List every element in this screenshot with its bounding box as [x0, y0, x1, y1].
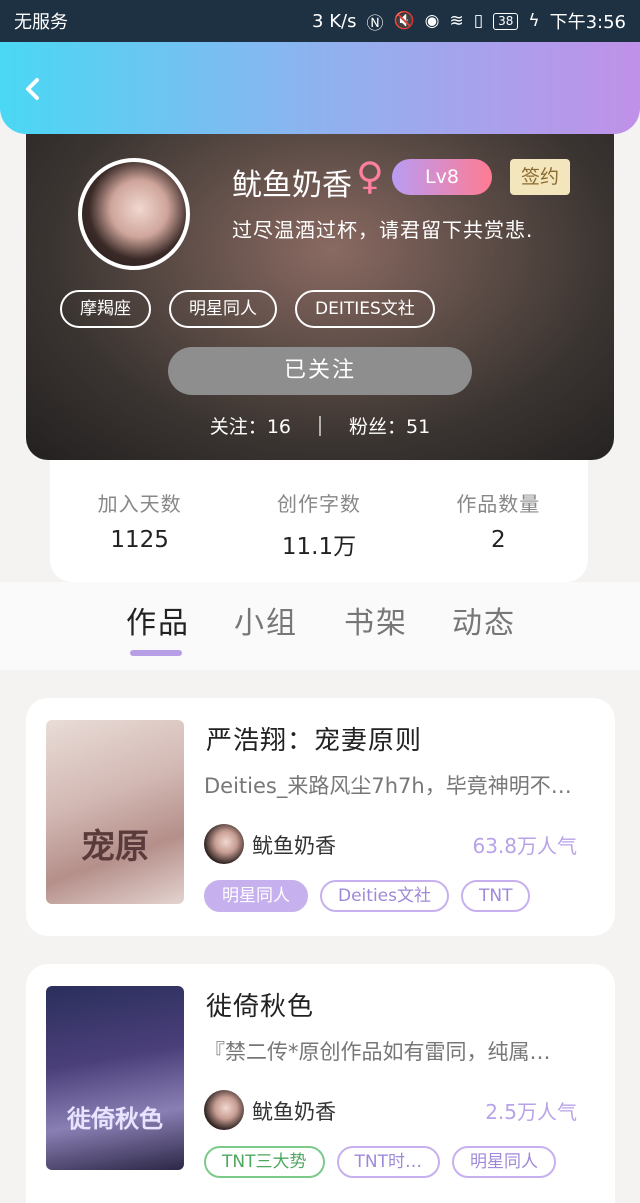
- tab-bar: 作品 小组 书架 动态: [0, 582, 640, 670]
- fans-stat[interactable]: 粉丝：51: [349, 412, 430, 439]
- status-bar: 无服务 3 K/s Ⓝ 🔇 ◉ ≋ ▯ 38 ϟ 下午3:56: [0, 0, 640, 42]
- book-description: Deities_来路风尘7h7h，毕竟神明不…: [204, 774, 572, 798]
- popularity: 2.5万人气: [485, 1100, 577, 1124]
- book-title[interactable]: 徙倚秋色: [206, 986, 314, 1023]
- book-tag[interactable]: Deities文社: [320, 880, 449, 912]
- book-tag[interactable]: TNT时…: [336, 1146, 440, 1178]
- words-written: 创作字数 11.1万: [239, 488, 399, 582]
- user-bio: 过尽温酒过杯，请君留下共赏悲.: [232, 218, 534, 242]
- following-label: 关注：: [209, 416, 267, 438]
- book-title[interactable]: 严浩翔：宠妻原则: [206, 720, 422, 757]
- profile-tag[interactable]: 摩羯座: [60, 290, 151, 328]
- fans-count: 51: [406, 416, 431, 438]
- author-avatar: [204, 824, 244, 864]
- clock: 下午3:56: [549, 12, 626, 33]
- eye-icon: ◉: [424, 11, 440, 31]
- profile-tag[interactable]: DEITIES文社: [295, 290, 435, 328]
- book-tags: 明星同人 Deities文社 TNT: [204, 880, 531, 912]
- tab-bookshelf[interactable]: 书架: [344, 598, 408, 642]
- book-tag[interactable]: TNT三大势: [204, 1146, 325, 1178]
- author-avatar: [204, 1090, 244, 1130]
- book-cover[interactable]: 徙倚秋色: [46, 986, 184, 1170]
- book-tag[interactable]: 明星同人: [452, 1146, 556, 1178]
- avatar[interactable]: [78, 158, 190, 270]
- top-header: [0, 42, 640, 134]
- mute-icon: 🔇: [393, 11, 415, 31]
- chevron-left-icon: [26, 78, 39, 100]
- level-badge: Lv8: [392, 159, 492, 195]
- book-tag[interactable]: TNT: [460, 880, 531, 912]
- charging-icon: ϟ: [528, 11, 540, 31]
- active-tab-indicator: [130, 650, 182, 656]
- battery-icon: 38: [493, 12, 519, 30]
- tab-activity[interactable]: 动态: [452, 598, 516, 642]
- following-count: 16: [266, 416, 291, 438]
- works-value: 2: [490, 527, 506, 553]
- days-value: 1125: [110, 527, 169, 553]
- follow-button[interactable]: 已关注: [168, 347, 472, 395]
- book-description: 『禁二传*原创作品如有雷同，纯属…: [204, 1040, 551, 1064]
- cover-title: 宠原: [81, 827, 149, 867]
- popularity: 63.8万人气: [472, 834, 577, 858]
- status-icons: 3 K/s Ⓝ 🔇 ◉ ≋ ▯ 38 ϟ 下午3:56: [312, 8, 626, 34]
- days-joined: 加入天数 1125: [60, 488, 220, 582]
- works-count: 作品数量 2: [418, 488, 578, 582]
- book-card[interactable]: 徙倚秋色 徙倚秋色 『禁二传*原创作品如有雷同，纯属… 鱿鱼奶香 2.5万人气 …: [26, 964, 615, 1203]
- profile-tags: 摩羯座 明星同人 DEITIES文社: [60, 290, 435, 328]
- tab-groups[interactable]: 小组: [234, 598, 298, 642]
- follow-stats: 关注：16 粉丝：51: [26, 412, 614, 439]
- cover-title: 徙倚秋色: [67, 1105, 163, 1133]
- fans-label: 粉丝：: [349, 416, 407, 438]
- wifi-icon: ≋: [449, 11, 464, 31]
- profile-card: 鱿鱼奶香 ♀ Lv8 签约 过尽温酒过杯，请君留下共赏悲. 摩羯座 明星同人 D…: [26, 110, 614, 460]
- book-cover[interactable]: 宠原: [46, 720, 184, 904]
- profile-tag[interactable]: 明星同人: [169, 290, 277, 328]
- days-label: 加入天数: [97, 492, 182, 516]
- following-stat[interactable]: 关注：16: [210, 412, 291, 439]
- book-tag[interactable]: 明星同人: [204, 880, 308, 912]
- words-value: 11.1万: [281, 534, 357, 560]
- tab-works[interactable]: 作品: [126, 598, 190, 642]
- works-label: 作品数量: [456, 492, 541, 516]
- book-card[interactable]: 宠原 严浩翔：宠妻原则 Deities_来路风尘7h7h，毕竟神明不… 鱿鱼奶香…: [26, 698, 615, 936]
- stats-divider: [319, 415, 321, 436]
- sim-alert-icon: ▯: [473, 11, 484, 31]
- carrier-text: 无服务: [14, 12, 68, 33]
- book-tags: TNT三大势 TNT时… 明星同人: [204, 1146, 556, 1178]
- author-name: 鱿鱼奶香: [252, 1100, 336, 1124]
- nfc-icon: Ⓝ: [366, 13, 384, 34]
- back-button[interactable]: [18, 74, 48, 104]
- words-label: 创作字数: [276, 492, 361, 516]
- signed-badge: 签约: [510, 159, 570, 195]
- network-speed: 3 K/s: [312, 10, 357, 32]
- author-name: 鱿鱼奶香: [252, 834, 336, 858]
- female-icon: ♀: [356, 154, 384, 198]
- nickname: 鱿鱼奶香: [232, 168, 352, 203]
- info-stats-card: 加入天数 1125 创作字数 11.1万 作品数量 2: [50, 460, 588, 582]
